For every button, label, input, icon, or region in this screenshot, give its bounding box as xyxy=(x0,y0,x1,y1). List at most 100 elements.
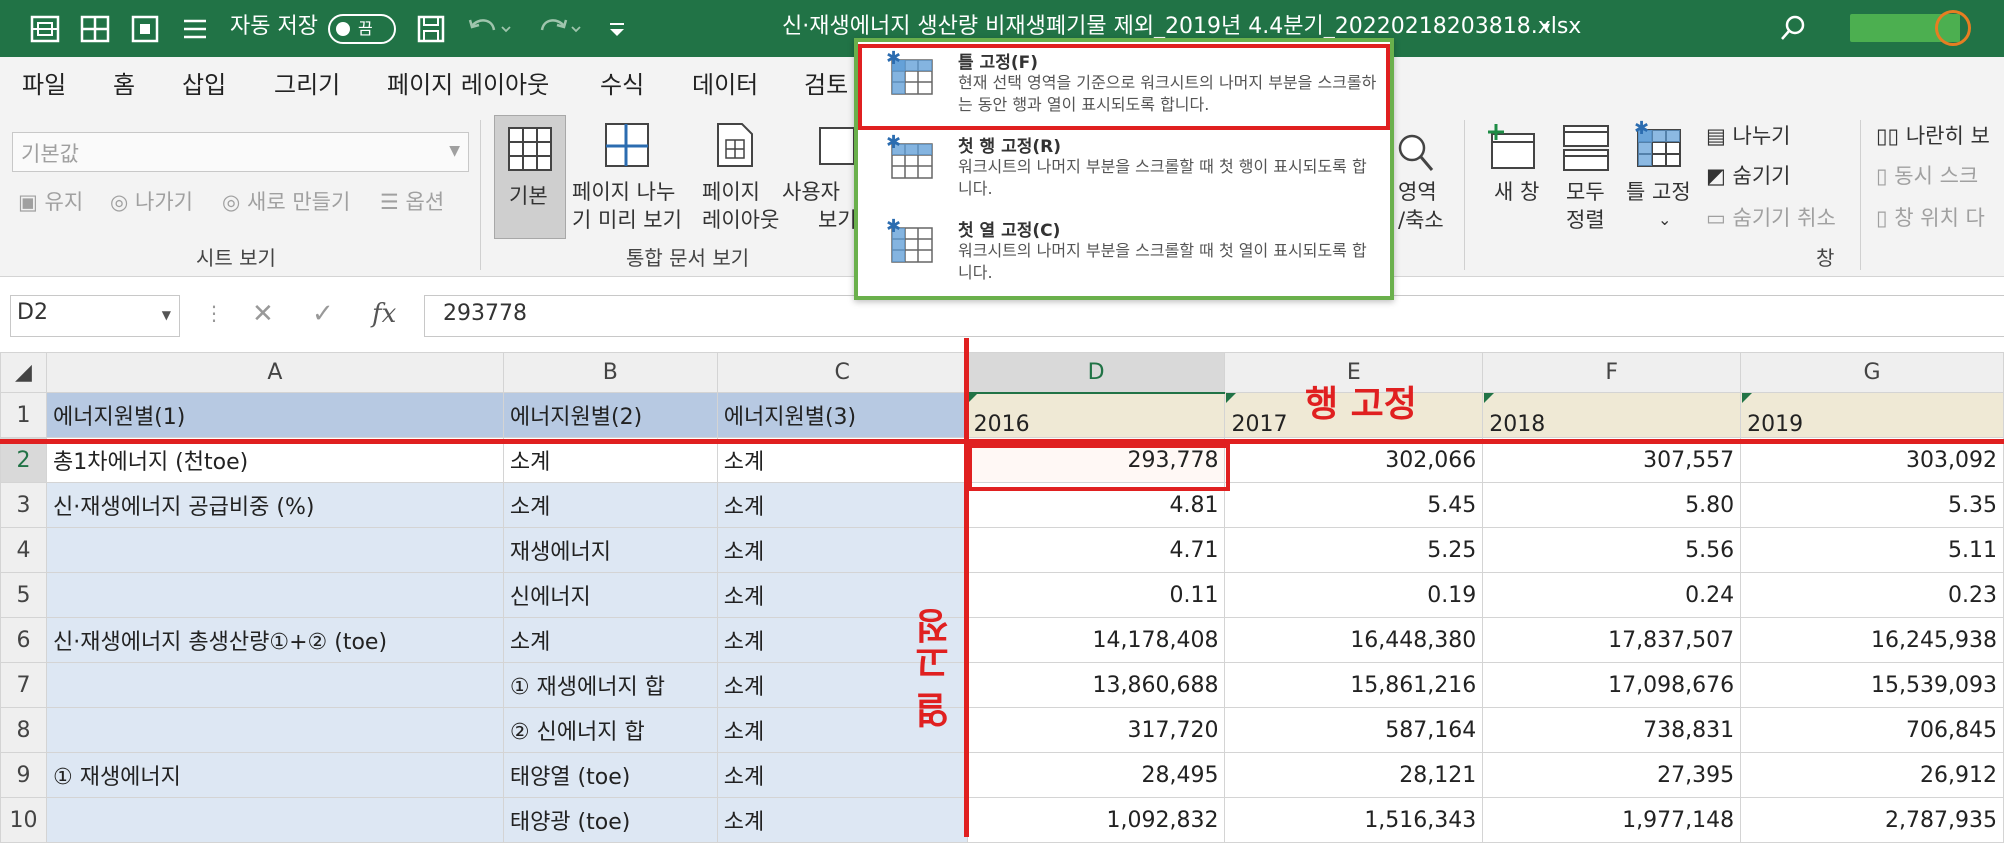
cell-d1[interactable]: 2016 xyxy=(966,392,1226,438)
page-layout-view-button[interactable]: 페이지 레이아웃 xyxy=(702,178,779,234)
cell-g1[interactable]: 2019 xyxy=(1740,392,2004,438)
cell-g2[interactable]: 303,092 xyxy=(1740,437,2004,483)
cell-g7[interactable]: 15,539,093 xyxy=(1740,662,2004,708)
cell-e5[interactable]: 0.19 xyxy=(1224,572,1484,618)
table-icon[interactable] xyxy=(78,12,112,46)
column-header-c[interactable]: C xyxy=(716,352,968,393)
menu-insert[interactable]: 삽입 xyxy=(182,69,226,101)
cell-g3[interactable]: 5.35 xyxy=(1740,482,2004,528)
cell-d7[interactable]: 13,860,688 xyxy=(966,662,1226,708)
cell-g6[interactable]: 16,245,938 xyxy=(1740,617,2004,663)
cell-a9[interactable]: ① 재생에너지 xyxy=(45,752,504,798)
row-header[interactable]: 5 xyxy=(0,572,47,618)
row-header[interactable]: 4 xyxy=(0,527,47,573)
freeze-first-column-option[interactable]: ✱ 첫 열 고정(C) 워크시트의 나머지 부분을 스크롤할 때 첫 열이 표시… xyxy=(858,212,1390,296)
cell-a3[interactable]: 신·재생에너지 공급비중 (%) xyxy=(45,482,504,528)
menu-home[interactable]: 홈 xyxy=(113,69,135,101)
cell-f8[interactable]: 738,831 xyxy=(1482,707,1742,753)
cell-e2[interactable]: 302,066 xyxy=(1224,437,1484,483)
cell-b1[interactable]: 에너지원별(2) xyxy=(502,392,718,438)
filename-chevron-icon[interactable]: ▾ xyxy=(1542,12,1550,42)
cell-f7[interactable]: 17,098,676 xyxy=(1482,662,1742,708)
cell-g4[interactable]: 5.11 xyxy=(1740,527,2004,573)
cell-f1[interactable]: 2018 xyxy=(1482,392,1742,438)
column-header-f[interactable]: F xyxy=(1482,352,1742,393)
cell-d5[interactable]: 0.11 xyxy=(966,572,1226,618)
keep-view-button[interactable]: ▣ 유지 xyxy=(18,188,83,216)
view-side-by-side-button[interactable]: ▯▯ 나란히 보 xyxy=(1876,122,1990,150)
customize-toolbar-icon[interactable] xyxy=(600,12,634,46)
cell-f9[interactable]: 27,395 xyxy=(1482,752,1742,798)
unhide-button[interactable]: ▭ 숨기기 취소 xyxy=(1706,204,1836,232)
cell-e6[interactable]: 16,448,380 xyxy=(1224,617,1484,663)
cell-d4[interactable]: 4.71 xyxy=(966,527,1226,573)
cell-b10[interactable]: 태양광 (toe) xyxy=(502,797,718,843)
cell-f4[interactable]: 5.56 xyxy=(1482,527,1742,573)
column-header-b[interactable]: B xyxy=(502,352,718,393)
row-header[interactable]: 6 xyxy=(0,617,47,663)
column-header-g[interactable]: G xyxy=(1740,352,2004,393)
excel-toggle-icon[interactable] xyxy=(28,12,62,46)
cell-d10[interactable]: 1,092,832 xyxy=(966,797,1226,843)
undo-icon[interactable] xyxy=(464,12,511,46)
cell-e8[interactable]: 587,164 xyxy=(1224,707,1484,753)
search-icon[interactable] xyxy=(1776,12,1810,46)
cell-g9[interactable]: 26,912 xyxy=(1740,752,2004,798)
new-window-button[interactable]: 새 창 xyxy=(1494,178,1539,206)
cell-f6[interactable]: 17,837,507 xyxy=(1482,617,1742,663)
custom-views-button[interactable]: 사용자 보기 xyxy=(782,178,857,234)
menu-draw[interactable]: 그리기 xyxy=(274,69,340,101)
menu-formulas[interactable]: 수식 xyxy=(600,69,644,101)
cell-f5[interactable]: 0.24 xyxy=(1482,572,1742,618)
column-header-a[interactable]: A xyxy=(45,352,504,393)
hide-button[interactable]: ◩ 숨기기 xyxy=(1706,162,1791,190)
row-header[interactable]: 7 xyxy=(0,662,47,708)
form-icon[interactable] xyxy=(128,12,162,46)
list-icon[interactable] xyxy=(178,12,212,46)
autosave-toggle[interactable]: 끔 xyxy=(328,14,396,44)
cell-a6[interactable]: 신·재생에너지 총생산량①+② (toe) xyxy=(45,617,504,663)
cell-a10[interactable] xyxy=(45,797,504,843)
formula-input[interactable]: 293778 xyxy=(424,295,2004,337)
insert-function-icon[interactable]: fx xyxy=(372,299,396,329)
cell-b5[interactable]: 신에너지 xyxy=(502,572,718,618)
cell-a4[interactable] xyxy=(45,527,504,573)
sheet-view-select[interactable]: 기본값 ▼ xyxy=(12,132,469,172)
zoom-to-selection-button[interactable]: 영역 /축소 xyxy=(1398,178,1444,234)
enter-icon[interactable]: ✓ xyxy=(312,299,334,329)
cell-a1[interactable]: 에너지원별(1) xyxy=(45,392,504,438)
name-box[interactable]: D2 ▼ xyxy=(10,295,180,337)
cell-b3[interactable]: 소계 xyxy=(502,482,718,528)
freeze-top-row-option[interactable]: ✱ 첫 행 고정(R) 워크시트의 나머지 부분을 스크롤할 때 첫 행이 표시… xyxy=(858,128,1390,212)
cell-e7[interactable]: 15,861,216 xyxy=(1224,662,1484,708)
cell-f2[interactable]: 307,557 xyxy=(1482,437,1742,483)
cell-a8[interactable] xyxy=(45,707,504,753)
exit-view-button[interactable]: ◎ 나가기 xyxy=(110,188,193,216)
cell-d9[interactable]: 28,495 xyxy=(966,752,1226,798)
cell-b4[interactable]: 재생에너지 xyxy=(502,527,718,573)
menu-data[interactable]: 데이터 xyxy=(692,69,758,101)
cell-g10[interactable]: 2,787,935 xyxy=(1740,797,2004,843)
menu-file[interactable]: 파일 xyxy=(22,69,66,101)
synchronous-scrolling-button[interactable]: ▯ 동시 스크 xyxy=(1876,162,1978,190)
cell-c2[interactable]: 소계 xyxy=(716,437,968,483)
redo-icon[interactable] xyxy=(534,12,581,46)
row-header[interactable]: 2 xyxy=(0,437,47,483)
cell-e4[interactable]: 5.25 xyxy=(1224,527,1484,573)
cell-d6[interactable]: 14,178,408 xyxy=(966,617,1226,663)
cell-f3[interactable]: 5.80 xyxy=(1482,482,1742,528)
new-view-button[interactable]: ◎ 새로 만들기 xyxy=(222,188,350,216)
cell-c4[interactable]: 소계 xyxy=(716,527,968,573)
cell-b9[interactable]: 태양열 (toe) xyxy=(502,752,718,798)
freeze-panes-button[interactable]: 틀 고정 ⌄ xyxy=(1626,178,1691,234)
cell-c3[interactable]: 소계 xyxy=(716,482,968,528)
normal-view-button[interactable]: 기본 xyxy=(494,115,566,239)
row-header[interactable]: 10 xyxy=(0,797,47,843)
row-header[interactable]: 9 xyxy=(0,752,47,798)
cell-b8[interactable]: ② 신에너지 합 xyxy=(502,707,718,753)
split-button[interactable]: ▤ 나누기 xyxy=(1706,122,1791,150)
row-header[interactable]: 1 xyxy=(0,392,47,438)
cancel-icon[interactable]: ✕ xyxy=(252,299,274,329)
cell-d8[interactable]: 317,720 xyxy=(966,707,1226,753)
page-break-preview-button[interactable]: 페이지 나누 기 미리 보기 xyxy=(572,178,682,234)
